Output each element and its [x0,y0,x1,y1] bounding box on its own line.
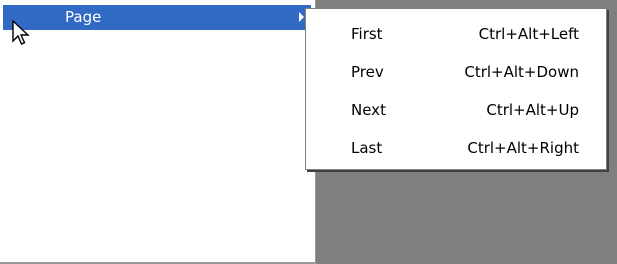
submenu-item-label: Next [351,101,386,119]
submenu-item-prev[interactable]: Prev Ctrl+Alt+Down [306,57,606,87]
submenu-arrow-icon [299,12,304,22]
page-submenu: First Ctrl+Alt+Left Prev Ctrl+Alt+Down N… [305,8,607,170]
submenu-item-first[interactable]: First Ctrl+Alt+Left [306,19,606,49]
submenu-item-label: Last [351,139,383,157]
submenu-item-shortcut: Ctrl+Alt+Down [464,63,579,81]
submenu-item-shortcut: Ctrl+Alt+Right [467,139,579,157]
submenu-item-shortcut: Ctrl+Alt+Up [486,101,579,119]
submenu-item-label: First [351,25,383,43]
menu-item-page[interactable]: Page [3,5,311,30]
submenu-item-last[interactable]: Last Ctrl+Alt+Right [306,133,606,163]
submenu-item-shortcut: Ctrl+Alt+Left [478,25,579,43]
submenu-item-next[interactable]: Next Ctrl+Alt+Up [306,95,606,125]
parent-menu: Page [0,0,316,264]
menu-item-page-label: Page [65,8,102,26]
submenu-item-label: Prev [351,63,384,81]
mouse-pointer-icon [12,20,30,45]
